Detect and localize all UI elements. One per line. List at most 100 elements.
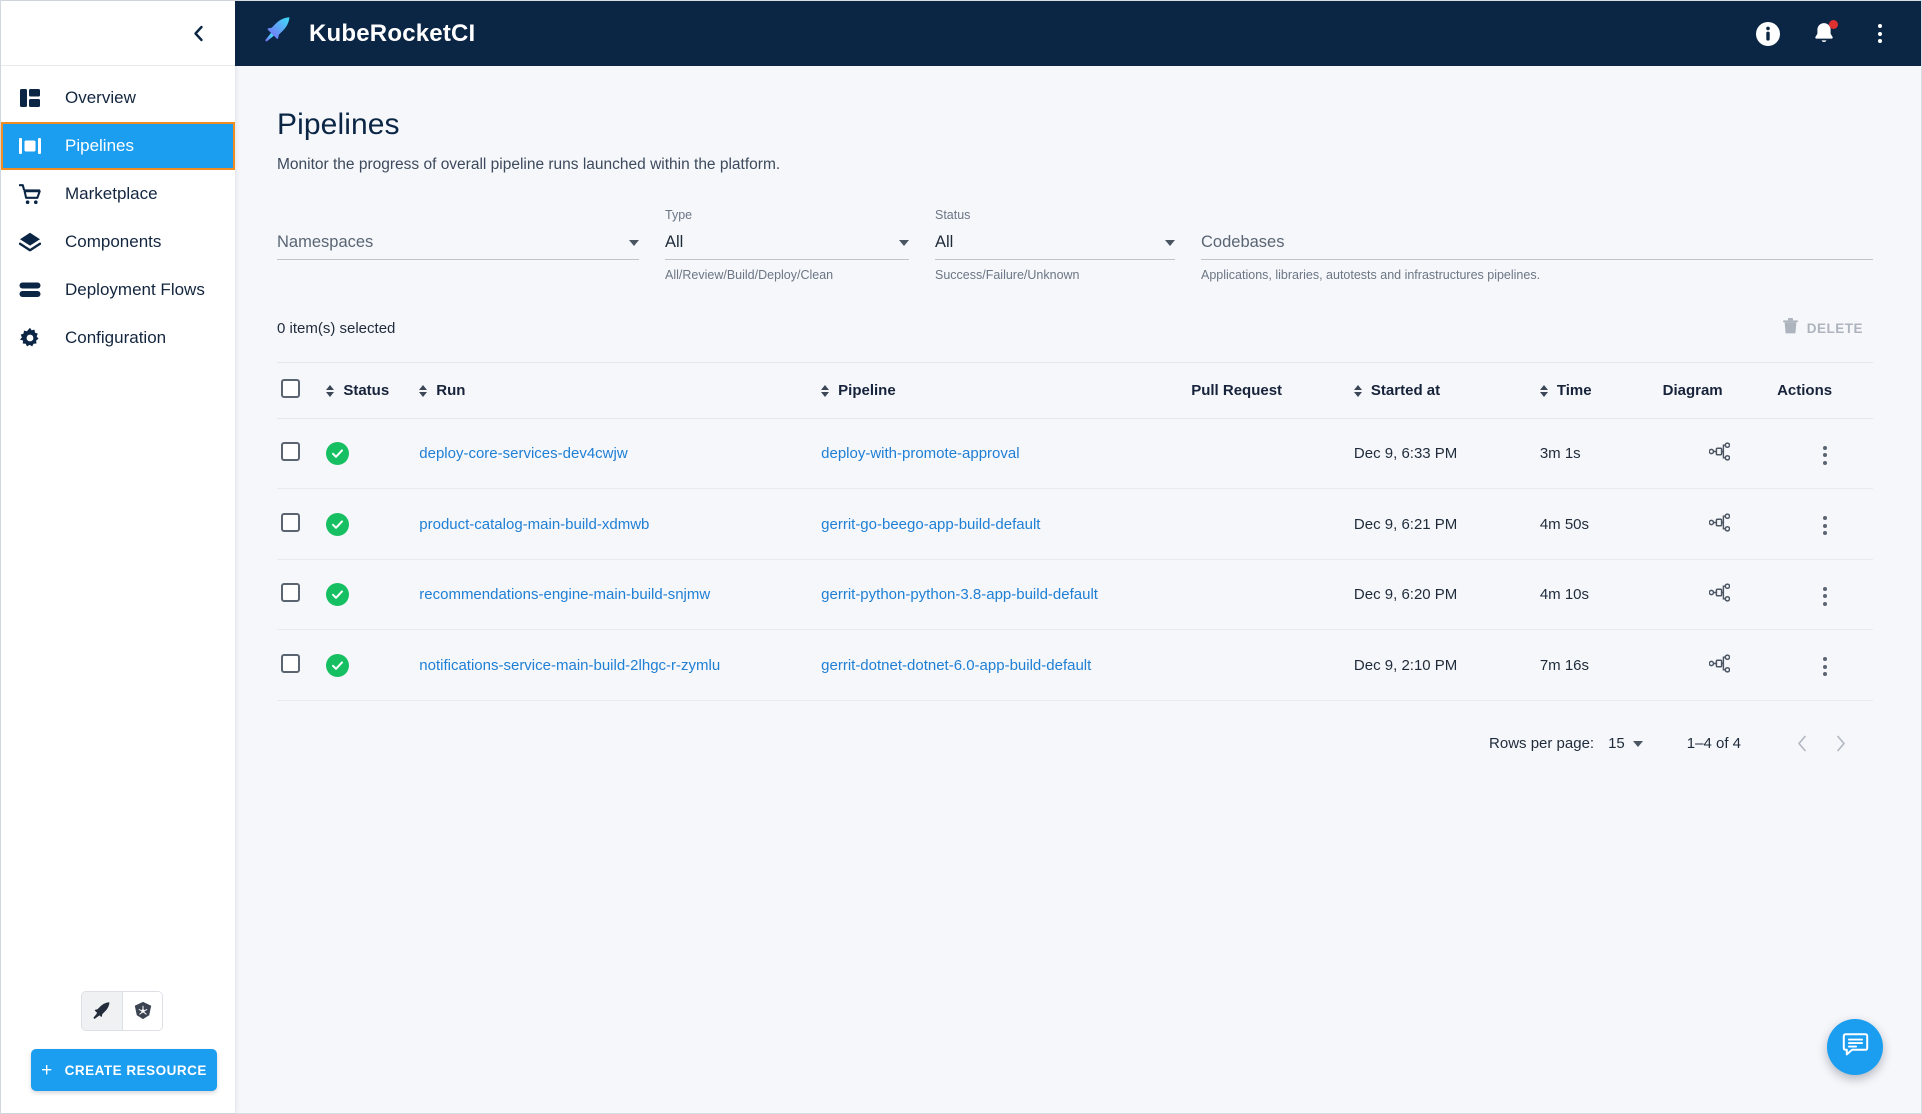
filter-type-label: Type <box>665 208 693 222</box>
sort-icon[interactable] <box>1539 384 1548 397</box>
row-time-cell: 3m 1s <box>1539 418 1663 490</box>
chevron-left-icon[interactable] <box>185 20 211 46</box>
gear-icon <box>17 325 43 351</box>
kebab-menu-icon[interactable] <box>1865 19 1895 49</box>
table-toolbar: 0 item(s) selected DELETE <box>277 312 1873 362</box>
filter-codebases-label <box>1201 208 1873 224</box>
pipeline-link[interactable]: gerrit-python-python-3.8-app-build-defau… <box>821 586 1098 603</box>
column-header-pipeline[interactable]: Pipeline <box>821 362 1192 419</box>
rows-per-page-select[interactable]: 15 <box>1608 735 1643 752</box>
sidebar-item-pipelines[interactable]: Pipelines <box>1 122 235 170</box>
topbar-actions <box>1753 19 1895 49</box>
sidebar-item-label: Components <box>65 232 162 251</box>
filter-status-control[interactable]: All <box>935 230 1175 260</box>
hierarchy-icon[interactable] <box>1709 442 1731 461</box>
filter-type-control[interactable]: All <box>665 230 909 260</box>
table-row: deploy-core-services-dev4cwjw deploy-wit… <box>277 418 1873 490</box>
filter-status-value: All <box>935 233 954 251</box>
row-diagram-cell <box>1662 559 1778 631</box>
sidebar-item-marketplace[interactable]: Marketplace <box>1 170 235 218</box>
check-circle-icon <box>326 583 350 607</box>
notification-badge <box>1829 19 1838 29</box>
filter-namespaces-control[interactable]: Namespaces <box>277 230 639 260</box>
rocket-icon[interactable] <box>82 992 122 1030</box>
row-pipeline-cell: gerrit-dotnet-dotnet-6.0-app-build-defau… <box>821 629 1192 701</box>
row-status-cell <box>326 488 420 560</box>
row-status-cell <box>326 418 420 490</box>
create-resource-label: CREATE RESOURCE <box>64 1062 207 1078</box>
sort-icon[interactable] <box>821 384 830 397</box>
table-row: notifications-service-main-build-2lhgc-r… <box>277 629 1873 701</box>
rocket-icon <box>263 15 293 52</box>
select-all-checkbox[interactable] <box>281 379 300 398</box>
sidebar-item-overview[interactable]: Overview <box>1 74 235 122</box>
sort-icon[interactable] <box>419 384 428 397</box>
column-label: Pull Request <box>1191 382 1283 399</box>
chat-fab-button[interactable] <box>1827 1019 1883 1075</box>
run-link[interactable]: product-catalog-main-build-xdmwb <box>419 516 649 533</box>
filter-codebases-control[interactable]: Codebases <box>1201 230 1873 260</box>
run-link[interactable]: notifications-service-main-build-2lhgc-r… <box>419 657 720 674</box>
stack-icon <box>17 277 43 303</box>
sidebar-item-components[interactable]: Components <box>1 218 235 266</box>
pipeline-link[interactable]: gerrit-go-beego-app-build-default <box>821 516 1040 533</box>
sort-icon[interactable] <box>1353 384 1362 397</box>
filter-status-help: Success/Failure/Unknown <box>935 268 1080 282</box>
trash-icon <box>1782 318 1798 338</box>
create-resource-button[interactable]: + CREATE RESOURCE <box>31 1049 217 1091</box>
sidebar-item-deployment-flows[interactable]: Deployment Flows <box>1 266 235 314</box>
chevron-down-icon[interactable] <box>899 240 909 246</box>
info-icon[interactable] <box>1753 19 1783 49</box>
previous-page-button[interactable] <box>1783 725 1821 763</box>
next-page-button[interactable] <box>1821 725 1859 763</box>
filter-type-value: All <box>665 233 684 251</box>
delete-button[interactable]: DELETE <box>1773 312 1873 344</box>
row-menu-icon[interactable] <box>1815 440 1835 470</box>
sort-icon[interactable] <box>326 384 335 397</box>
column-header-time[interactable]: Time <box>1539 362 1663 419</box>
pipelines-table: Status Run Pipeline Pull Request Started… <box>277 362 1873 701</box>
chevron-down-icon[interactable] <box>629 240 639 246</box>
filter-namespaces-value: Namespaces <box>277 233 374 251</box>
page-title: Pipelines <box>277 108 400 141</box>
row-started-at-cell: Dec 9, 6:21 PM <box>1353 488 1540 560</box>
selected-count: 0 item(s) selected <box>277 319 396 337</box>
bell-icon[interactable] <box>1809 19 1839 49</box>
row-checkbox[interactable] <box>281 583 300 603</box>
pipeline-link[interactable]: deploy-with-promote-approval <box>821 445 1019 462</box>
column-header-started-at[interactable]: Started at <box>1353 362 1540 419</box>
row-checkbox[interactable] <box>281 512 300 532</box>
hierarchy-icon[interactable] <box>1709 583 1731 602</box>
pipeline-link[interactable]: gerrit-dotnet-dotnet-6.0-app-build-defau… <box>821 657 1091 674</box>
row-run-cell: product-catalog-main-build-xdmwb <box>419 488 822 560</box>
row-run-cell: deploy-core-services-dev4cwjw <box>419 418 822 490</box>
row-time-cell: 7m 16s <box>1539 629 1663 701</box>
run-link[interactable]: deploy-core-services-dev4cwjw <box>419 445 627 462</box>
row-menu-icon[interactable] <box>1815 581 1835 611</box>
brand-title: KubeRocketCI <box>309 19 476 47</box>
row-run-cell: notifications-service-main-build-2lhgc-r… <box>419 629 822 701</box>
filter-namespaces: Namespaces <box>277 208 639 268</box>
hierarchy-icon[interactable] <box>1709 653 1731 673</box>
hierarchy-icon[interactable] <box>1709 513 1731 532</box>
sidebar-item-configuration[interactable]: Configuration <box>1 314 235 362</box>
row-pull-request-cell <box>1191 629 1354 701</box>
row-menu-icon[interactable] <box>1815 511 1835 541</box>
row-started-at-cell: Dec 9, 6:20 PM <box>1353 559 1540 631</box>
row-checkbox[interactable] <box>281 442 300 462</box>
row-menu-icon[interactable] <box>1815 652 1835 682</box>
filter-type: Type All All/Review/Build/Deploy/Clean <box>665 208 909 282</box>
kubernetes-icon[interactable] <box>122 992 162 1030</box>
chevron-down-icon[interactable] <box>1165 240 1175 246</box>
filters-bar: Namespaces Type All All/Review/Build/Dep… <box>277 208 1873 282</box>
check-circle-icon <box>326 442 350 466</box>
row-checkbox[interactable] <box>281 653 300 673</box>
column-label: Status <box>343 382 390 399</box>
row-actions-cell <box>1777 488 1873 560</box>
filter-codebases-value: Codebases <box>1201 233 1285 251</box>
filter-type-help: All/Review/Build/Deploy/Clean <box>665 268 834 282</box>
column-header-status[interactable]: Status <box>326 362 420 419</box>
column-header-run[interactable]: Run <box>419 362 822 419</box>
run-link[interactable]: recommendations-engine-main-build-snjmw <box>419 586 710 603</box>
